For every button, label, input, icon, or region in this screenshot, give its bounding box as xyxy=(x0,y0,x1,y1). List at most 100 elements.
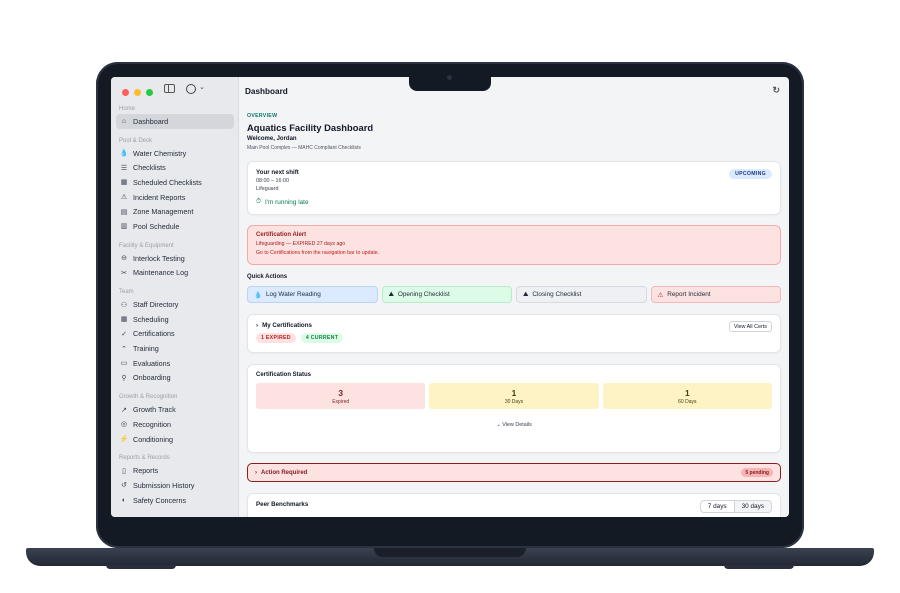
sidebar-item-conditioning[interactable]: ⚡ Conditioning xyxy=(116,432,234,447)
sidebar-item-label: Incident Reports xyxy=(133,192,186,202)
map-icon: ▤ xyxy=(120,208,128,216)
shift-time: 08:00 – 16:00 xyxy=(256,178,289,184)
tile-label: Expired xyxy=(332,398,350,405)
sidebar-item-label: Recognition xyxy=(133,419,171,429)
profile-icon[interactable] xyxy=(186,84,196,94)
droplet-icon: 💧 xyxy=(254,291,262,299)
sidebar-item-scheduled-checklists[interactable]: ▦ Scheduled Checklists xyxy=(116,175,234,190)
lifeguard-chair-icon: ⛰ xyxy=(523,290,529,298)
30-days-tile[interactable]: 1 30 Days xyxy=(429,383,599,409)
sidebar-item-recognition[interactable]: ◎ Recognition xyxy=(116,417,234,432)
sidebar-item-label: Growth Track xyxy=(133,405,176,415)
tile-label: 60 Days xyxy=(678,398,697,405)
sidebar-section-title: Growth & Recognition xyxy=(119,394,178,401)
close-window-button[interactable] xyxy=(122,88,129,96)
dashboard-content: OVERVIEW Aquatics Facility Dashboard Wel… xyxy=(239,105,789,517)
segment-7-days[interactable]: 7 days xyxy=(701,501,734,512)
sidebar-item-label: Reports xyxy=(133,466,159,476)
app-window: ⌄ Home ⌂ Dashboard Pool & Deck 💧 Water Ch… xyxy=(111,77,789,517)
sidebar-item-certifications[interactable]: ✓ Certifications xyxy=(116,327,234,342)
cert-summary-pills: 1 EXPIRED 4 CURRENT xyxy=(256,333,772,343)
sidebar-item-scheduling[interactable]: ▦ Scheduling xyxy=(116,312,234,327)
sidebar-item-label: Water Chemistry xyxy=(133,148,187,158)
sidebar-item-safety-concerns[interactable]: ◐ Safety Concerns xyxy=(116,493,234,508)
quick-actions-title: Quick Actions xyxy=(247,274,288,280)
section-eyebrow: OVERVIEW xyxy=(247,113,278,119)
sidebar-item-maintenance-log[interactable]: ✂ Maintenance Log xyxy=(116,266,234,281)
closing-checklist-button[interactable]: ⛰ Closing Checklist xyxy=(516,286,647,303)
sidebar-item-reports[interactable]: ▯ Reports xyxy=(116,463,234,478)
sidebar-item-label: Scheduled Checklists xyxy=(133,177,202,187)
log-water-reading-button[interactable]: 💧 Log Water Reading xyxy=(247,286,378,303)
certification-alert[interactable]: Certification Alert Lifeguarding — EXPIR… xyxy=(247,225,781,265)
expired-badge: 1 EXPIRED xyxy=(256,333,296,343)
60-days-tile[interactable]: 1 60 Days xyxy=(602,383,772,409)
button-label: Closing Checklist xyxy=(532,291,582,298)
pending-badge: 5 pending xyxy=(741,468,773,477)
sidebar-item-evaluations[interactable]: ▭ Evaluations xyxy=(116,356,234,371)
calendar-icon: ▦ xyxy=(120,179,128,187)
report-incident-button[interactable]: ⚠ Report Incident xyxy=(650,286,781,303)
view-details-button[interactable]: ⌄ View Details xyxy=(256,422,772,428)
warning-icon: ⚠ xyxy=(657,291,664,299)
zoom-window-button[interactable] xyxy=(146,88,153,96)
sidebar-item-onboarding[interactable]: ⚲ Onboarding xyxy=(116,371,234,386)
button-label: Opening Checklist xyxy=(397,291,450,298)
sidebar-item-incident-reports[interactable]: ⚠ Incident Reports xyxy=(116,190,234,205)
next-shift-card: Your next shift 08:00 – 16:00 Lifeguard … xyxy=(247,161,781,215)
view-all-certs-button[interactable]: View All Certs xyxy=(728,321,772,332)
expired-tile[interactable]: 3 Expired xyxy=(256,383,426,409)
window-title: Dashboard xyxy=(245,86,288,96)
current-badge: 4 CURRENT xyxy=(300,333,344,343)
view-details-label: View Details xyxy=(502,422,532,428)
sidebar-item-staff-directory[interactable]: ⚇ Staff Directory xyxy=(116,297,234,312)
status-badge: UPCOMING xyxy=(729,169,772,179)
sidebar-item-label: Safety Concerns xyxy=(133,495,187,505)
clock-icon: ⏱ xyxy=(256,198,261,205)
sidebar-item-checklists[interactable]: ☰ Checklists xyxy=(116,160,234,175)
chevron-down-icon[interactable]: ⌄ xyxy=(199,83,205,91)
sidebar-toggle-icon[interactable] xyxy=(164,84,175,93)
peer-benchmarks-card: Peer Benchmarks 7 days 30 days xyxy=(247,493,781,517)
sidebar-item-label: Interlock Testing xyxy=(133,253,185,263)
sidebar-item-water-chemistry[interactable]: 💧 Water Chemistry xyxy=(116,146,234,161)
runner-icon: ⚡ xyxy=(119,436,129,444)
sidebar-item-zone-management[interactable]: ▤ Zone Management xyxy=(116,204,234,219)
my-certifications-title: My Certifications xyxy=(262,322,312,329)
schedule-icon: ▥ xyxy=(120,223,128,231)
camera-lens xyxy=(447,75,452,80)
sidebar-item-training[interactable]: ⌃ Training xyxy=(116,341,234,356)
my-certifications-toggle[interactable]: › My Certifications xyxy=(256,322,772,329)
button-label: Log Water Reading xyxy=(265,291,321,298)
sidebar-item-label: Staff Directory xyxy=(133,300,179,310)
alert-detail: Lifeguarding — EXPIRED 27 days ago xyxy=(256,241,346,247)
tile-value: 1 xyxy=(684,387,690,398)
segment-30-days[interactable]: 30 days xyxy=(733,501,771,512)
sidebar-item-growth-track[interactable]: ↗ Growth Track xyxy=(116,402,234,417)
minimize-window-button[interactable] xyxy=(134,88,141,96)
sidebar-section-title: Facility & Equipment xyxy=(119,242,174,249)
user-add-icon: ⚲ xyxy=(121,374,127,382)
shift-title: Your next shift xyxy=(256,169,299,176)
opening-checklist-button[interactable]: ⛰ Opening Checklist xyxy=(381,286,512,303)
sidebar-item-submission-history[interactable]: ↺ Submission History xyxy=(116,478,234,493)
refresh-icon[interactable]: ↻ xyxy=(772,85,780,96)
action-required-banner[interactable]: › Action Required 5 pending xyxy=(247,463,781,482)
document-icon: ▯ xyxy=(122,467,126,475)
list-icon: ☰ xyxy=(120,164,128,172)
sidebar-item-dashboard[interactable]: ⌂ Dashboard xyxy=(116,114,234,129)
action-required-title: Action Required xyxy=(261,469,308,476)
sidebar-item-label: Evaluations xyxy=(133,358,171,368)
droplet-icon: 💧 xyxy=(119,150,129,158)
sidebar-item-interlock-testing[interactable]: ⊖ Interlock Testing xyxy=(116,251,234,266)
laptop-base-notch xyxy=(374,548,526,557)
facility-subtitle: Main Pool Complex — MAHC Compliant Check… xyxy=(247,145,361,151)
sidebar-item-pool-schedule[interactable]: ▥ Pool Schedule xyxy=(116,219,234,234)
range-segmented-control: 7 days 30 days xyxy=(699,500,772,513)
sidebar-nav: Home ⌂ Dashboard Pool & Deck 💧 Water Chem… xyxy=(111,104,239,507)
status-tiles: 3 Expired 1 30 Days 1 60 Days xyxy=(256,383,772,409)
running-late-button[interactable]: ⏱ I'm running late xyxy=(256,198,772,206)
lifeguard-chair-icon: ⛰ xyxy=(388,290,394,298)
sidebar-item-label: Onboarding xyxy=(133,373,171,383)
award-icon: ◎ xyxy=(120,421,128,429)
